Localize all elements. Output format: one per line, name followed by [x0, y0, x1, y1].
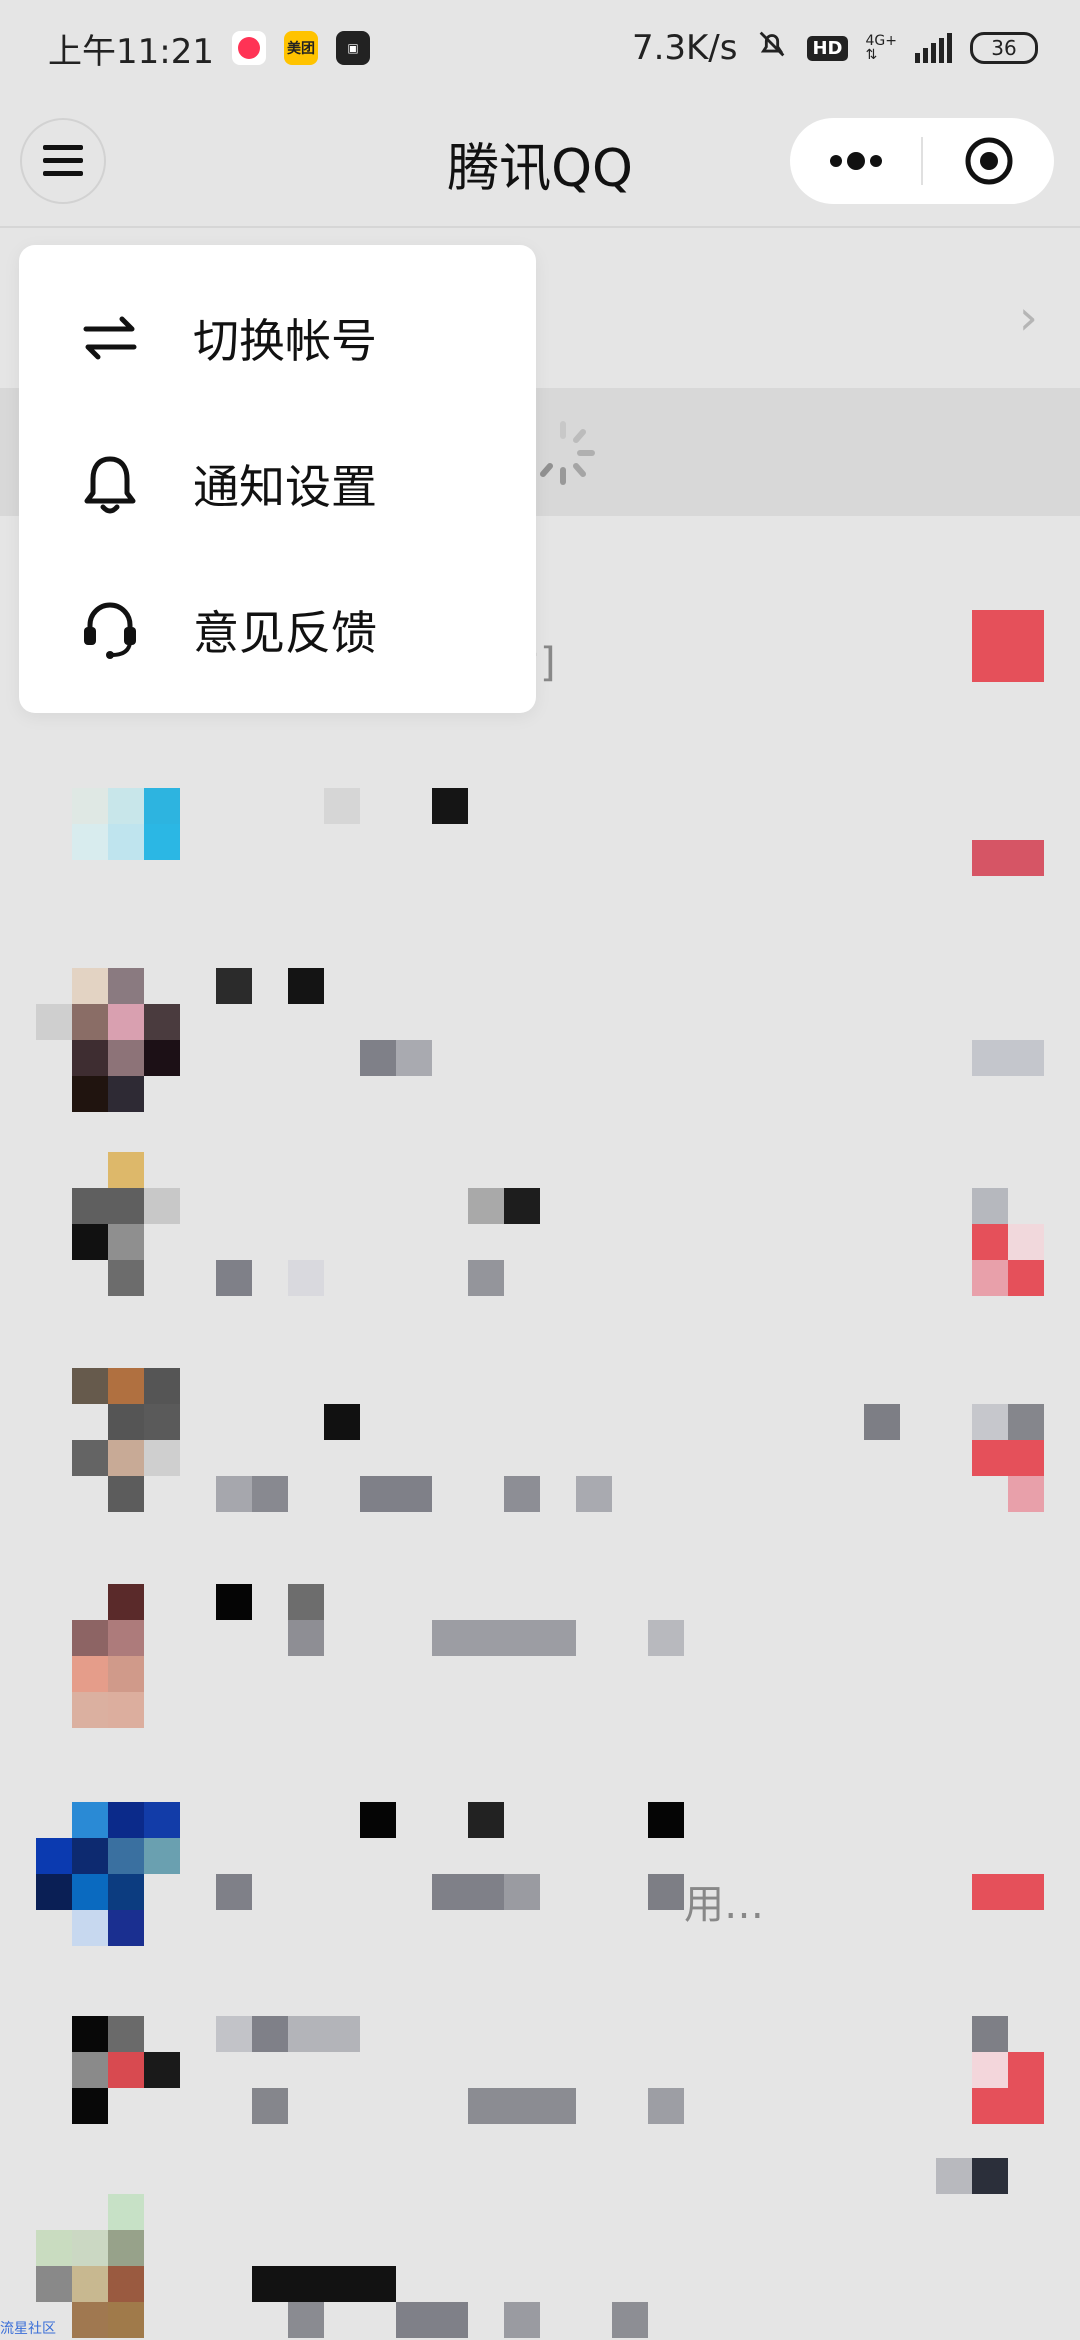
screen: 上午11:21 美团 ▣ 7.3K/s HD 4G+ ⇅ 36 腾讯QQ › 用…: [0, 0, 1080, 2340]
close-target-icon: [965, 137, 1012, 185]
net-speed: 7.3K/s: [631, 28, 738, 68]
list-item[interactable]: [0, 1368, 1080, 1528]
status-right: 7.3K/s HD 4G+ ⇅ 36: [632, 27, 1038, 70]
mute-bell-icon: [755, 27, 789, 70]
menu-item-switch-account[interactable]: 切换帐号: [19, 265, 536, 411]
mini-program-capsule: [790, 118, 1054, 204]
list-item[interactable]: [0, 2016, 1080, 2176]
network-type: 4G+ ⇅: [865, 33, 898, 63]
meituan-icon: 美团: [283, 31, 318, 65]
list-item[interactable]: 用…: [0, 1802, 1080, 1962]
more-button[interactable]: [790, 118, 921, 204]
list-item[interactable]: [0, 968, 1080, 1128]
menu-item-label: 切换帐号: [193, 314, 377, 368]
status-left: 上午11:21 美团 ▣: [48, 24, 370, 73]
loading-spinner-icon: [540, 421, 595, 485]
menu-item-notification-settings[interactable]: 通知设置: [19, 411, 536, 557]
status-bar: 上午11:21 美团 ▣ 7.3K/s HD 4G+ ⇅ 36: [0, 0, 1080, 96]
more-dots-icon: [829, 152, 882, 170]
hd-icon: HD: [807, 35, 848, 61]
watermark-label: 流星社区: [0, 2321, 56, 2337]
list-item[interactable]: [0, 758, 1080, 918]
list-item[interactable]: [0, 2158, 1080, 2338]
unread-badge: [972, 610, 1044, 682]
chevron-right-icon[interactable]: ›: [1019, 290, 1038, 346]
bell-icon: [75, 449, 145, 519]
close-button[interactable]: [923, 118, 1054, 204]
battery-icon: 36: [970, 32, 1038, 64]
headset-icon: [75, 595, 145, 665]
cast-icon: ▣: [335, 31, 370, 65]
app-red-icon: [231, 31, 266, 65]
dropdown-menu: 切换帐号 通知设置 意见反馈: [19, 245, 536, 713]
list-item[interactable]: [0, 1152, 1080, 1312]
menu-item-feedback[interactable]: 意见反馈: [19, 557, 536, 703]
signal-icon: [915, 33, 952, 63]
menu-item-label: 意见反馈: [193, 606, 377, 660]
battery-level: 36: [991, 36, 1017, 60]
navigation-bar: 腾讯QQ: [0, 96, 1080, 228]
menu-item-label: 通知设置: [193, 460, 377, 514]
switch-arrows-icon: [75, 303, 145, 373]
partial-message-text: 用…: [684, 1882, 764, 1928]
status-time: 上午11:21: [48, 31, 214, 72]
list-item[interactable]: [0, 1584, 1080, 1744]
